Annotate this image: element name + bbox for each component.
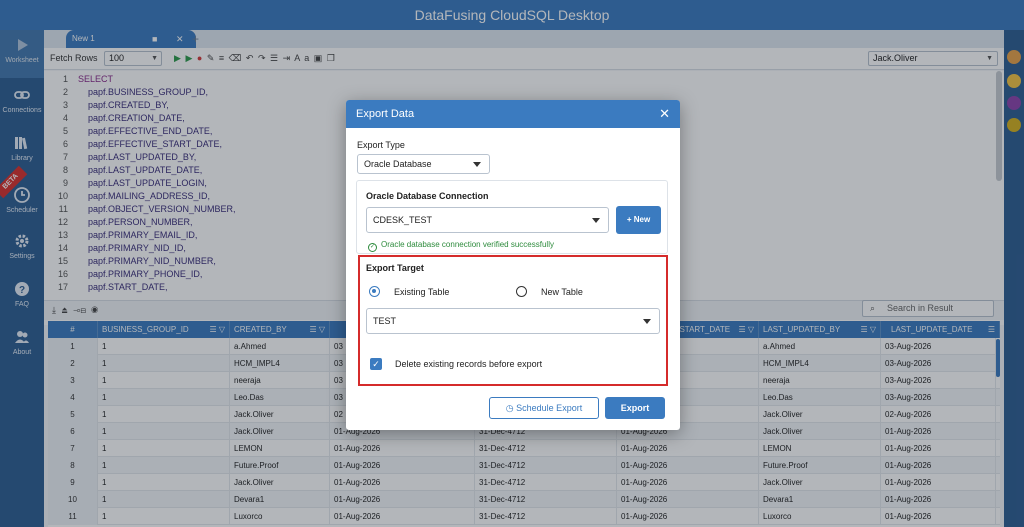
target-table-select[interactable]: TEST bbox=[366, 308, 660, 334]
delete-records-label: Delete existing records before export bbox=[395, 359, 543, 369]
export-button[interactable]: Export bbox=[605, 397, 665, 419]
close-icon[interactable]: ✕ bbox=[659, 100, 670, 128]
check-circle-icon: ✓ bbox=[368, 243, 377, 252]
existing-table-radio[interactable] bbox=[369, 286, 380, 297]
clock-icon: ◷ bbox=[505, 403, 514, 413]
new-table-label: New Table bbox=[541, 287, 583, 297]
connection-label: Oracle Database Connection bbox=[366, 191, 489, 201]
delete-records-checkbox[interactable]: ✓ bbox=[370, 358, 382, 370]
connection-select[interactable]: CDESK_TEST bbox=[366, 207, 609, 233]
connection-status-text: Oracle database connection verified succ… bbox=[381, 240, 554, 249]
schedule-export-label: Schedule Export bbox=[516, 403, 583, 413]
new-table-radio[interactable] bbox=[516, 286, 527, 297]
export-type-label: Export Type bbox=[357, 140, 405, 150]
chevron-down-icon bbox=[592, 218, 600, 223]
chevron-down-icon bbox=[643, 319, 651, 324]
dialog-title: Export Data bbox=[356, 108, 415, 120]
dialog-header: Export Data ✕ bbox=[346, 100, 680, 128]
export-type-value: Oracle Database bbox=[364, 159, 432, 169]
schedule-export-button[interactable]: ◷ Schedule Export bbox=[489, 397, 599, 419]
connection-value: CDESK_TEST bbox=[373, 215, 433, 225]
new-connection-button[interactable]: + New bbox=[616, 206, 661, 234]
connection-status: ✓ Oracle database connection verified suc… bbox=[368, 240, 554, 252]
export-type-select[interactable]: Oracle Database bbox=[357, 154, 490, 174]
chevron-down-icon bbox=[473, 162, 481, 167]
export-target-label: Export Target bbox=[366, 263, 424, 273]
existing-table-label: Existing Table bbox=[394, 287, 450, 297]
export-data-dialog: Export Data ✕ Export Type Oracle Databas… bbox=[346, 100, 680, 430]
target-table-value: TEST bbox=[373, 316, 397, 326]
